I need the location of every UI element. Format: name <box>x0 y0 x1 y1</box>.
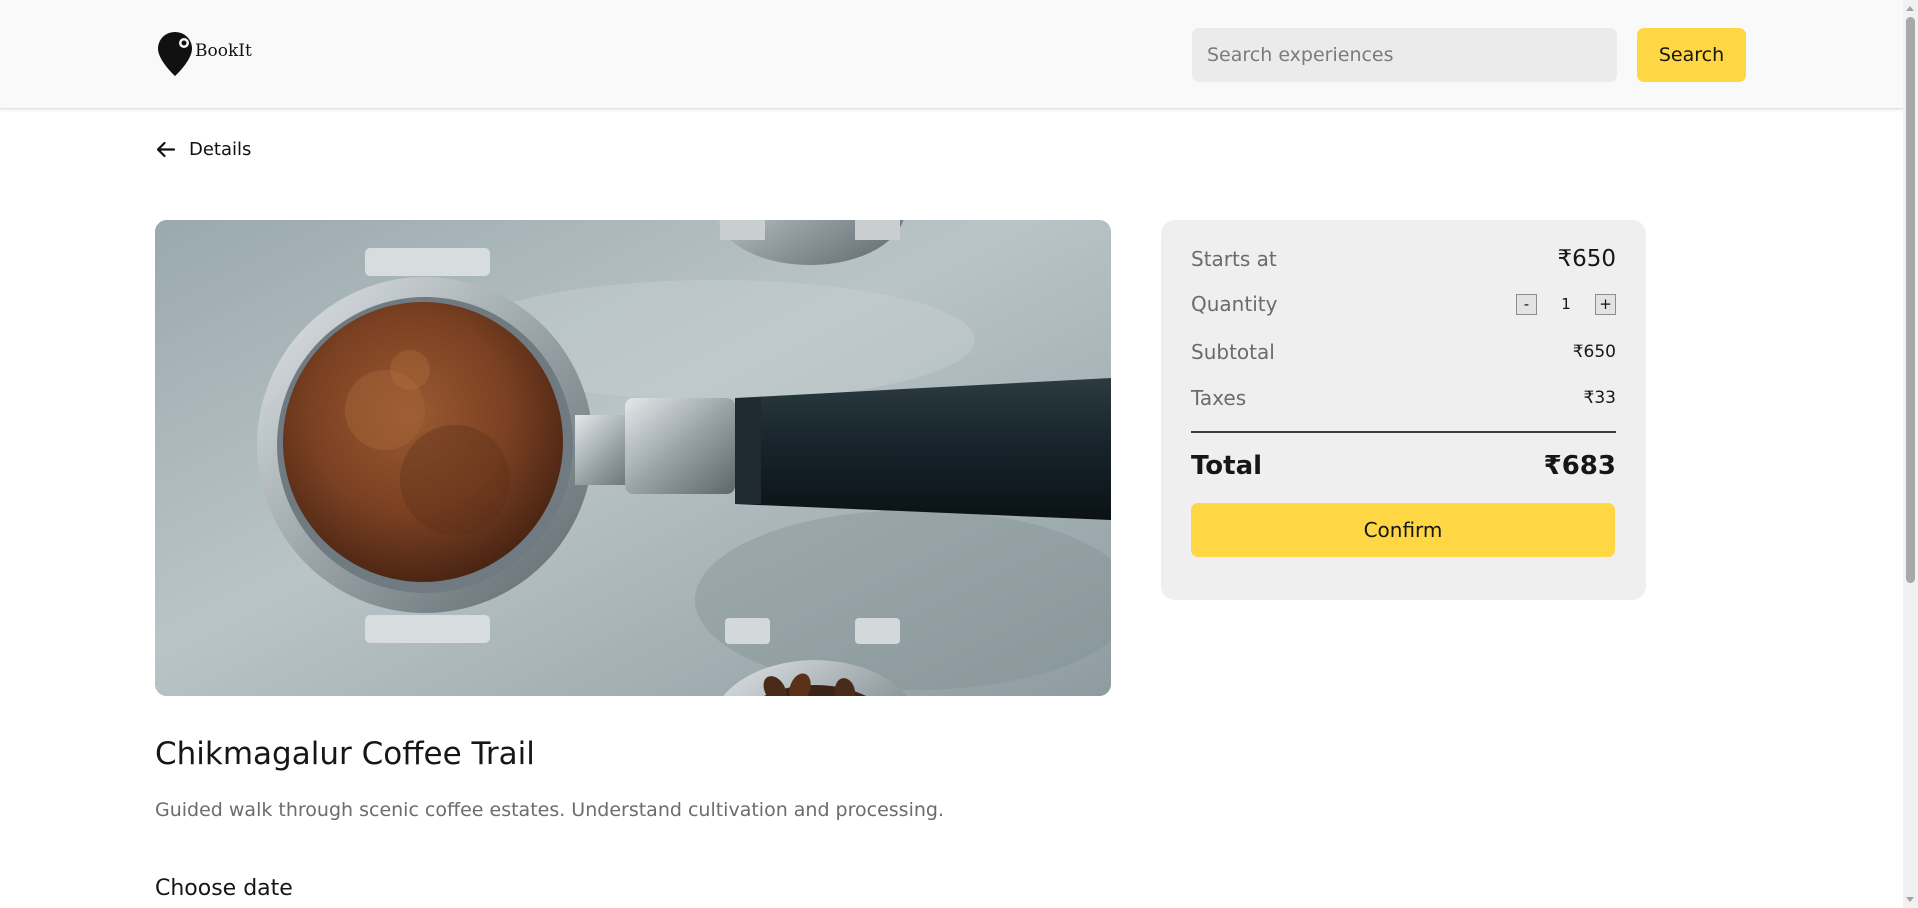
arrow-left-icon <box>156 141 176 158</box>
starts-at-value: ₹650 <box>1557 246 1616 272</box>
starts-at-row: Starts at ₹650 <box>1191 246 1616 272</box>
quantity-value: 1 <box>1561 295 1571 313</box>
quantity-label: Quantity <box>1191 292 1278 316</box>
total-row: Total ₹683 <box>1191 451 1616 481</box>
taxes-value: ₹33 <box>1583 388 1616 408</box>
top-header: BookIt Search <box>0 0 1903 109</box>
subtotal-value: ₹650 <box>1572 342 1616 362</box>
scrollbar-thumb[interactable] <box>1906 17 1915 583</box>
logo[interactable]: BookIt <box>157 31 252 77</box>
subtotal-row: Subtotal ₹650 <box>1191 340 1616 364</box>
scroll-up-arrow-icon[interactable] <box>1906 6 1914 11</box>
quantity-stepper: - 1 + <box>1516 293 1616 315</box>
total-label: Total <box>1191 451 1263 481</box>
back-label: Details <box>189 139 252 160</box>
price-summary-card: Starts at ₹650 Quantity - 1 + Subtotal ₹… <box>1161 220 1646 600</box>
search-input[interactable] <box>1192 28 1617 82</box>
quantity-decrement-button[interactable]: - <box>1516 293 1537 315</box>
location-pin-icon <box>158 32 192 76</box>
choose-date-heading: Choose date <box>155 876 293 901</box>
taxes-row: Taxes ₹33 <box>1191 386 1616 410</box>
coffee-portafilter-image <box>155 220 1111 696</box>
search-button[interactable]: Search <box>1637 28 1746 82</box>
experience-title: Chikmagalur Coffee Trail <box>155 736 535 772</box>
page-scrollbar[interactable] <box>1903 0 1918 908</box>
starts-at-label: Starts at <box>1191 247 1277 271</box>
back-link[interactable]: Details <box>155 139 251 160</box>
experience-description: Guided walk through scenic coffee estate… <box>155 799 944 821</box>
logo-text: BookIt <box>195 41 252 61</box>
quantity-increment-button[interactable]: + <box>1595 293 1616 315</box>
quantity-row: Quantity - 1 + <box>1191 292 1616 316</box>
scroll-down-arrow-icon[interactable] <box>1906 897 1914 902</box>
experience-image <box>155 220 1111 696</box>
subtotal-label: Subtotal <box>1191 340 1275 364</box>
total-value: ₹683 <box>1543 451 1616 481</box>
total-divider <box>1191 431 1616 433</box>
taxes-label: Taxes <box>1191 386 1247 410</box>
confirm-button[interactable]: Confirm <box>1191 503 1615 557</box>
